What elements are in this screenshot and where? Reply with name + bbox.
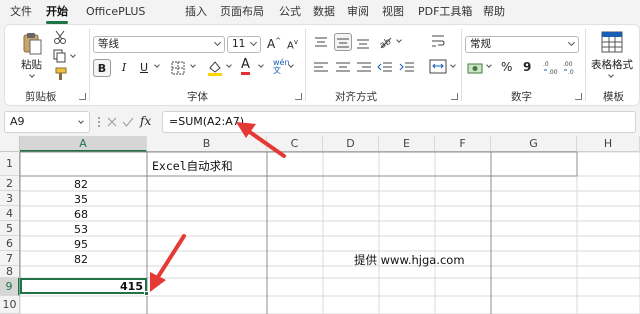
annotation-overlay — [150, 122, 286, 292]
arrow-to-result — [150, 234, 186, 292]
arrow-to-formula — [236, 122, 286, 158]
